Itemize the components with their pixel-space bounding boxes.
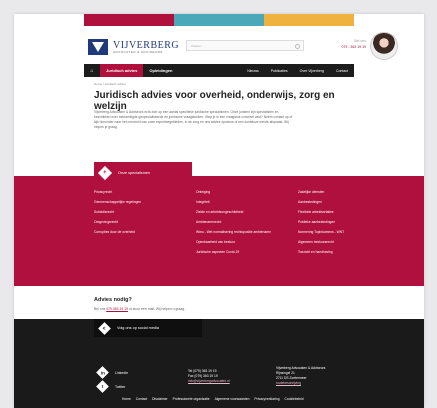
advice-cta: Advies nodig? Bel ons 079 363 19 19 of s…: [94, 297, 185, 311]
advice-title: Advies nodig?: [94, 297, 132, 303]
specialisms-tab-label: Onze specialismen: [118, 171, 151, 175]
logo[interactable]: VIJVERBERG ADVOCATEN & ADVISEURS: [88, 39, 179, 55]
specialism-link[interactable]: Corrupties door de overheid: [94, 230, 196, 234]
footer-email-link[interactable]: info@vijverbergadvocaten.nl: [188, 379, 230, 384]
footer-links: Home Contact Disclaimer Professionele or…: [122, 397, 304, 401]
nav-item-over-vijverberg[interactable]: Over Vijverberg: [294, 69, 330, 73]
specialism-link[interactable]: Publieke aanbestedingen: [298, 220, 394, 224]
specialism-link[interactable]: Normering Topinkomens - WNT: [298, 230, 394, 234]
footer-link-home[interactable]: Home: [122, 397, 131, 401]
nav-item-contact[interactable]: Contact: [330, 69, 354, 73]
share-icon: <: [98, 321, 111, 335]
intro-text: Vijverberg Advocaten & Adviseurs richt z…: [94, 110, 293, 129]
specialism-link[interactable]: Flexibele arbeidsrelaties: [298, 210, 394, 214]
specialisms-tab: + Onze specialismen: [94, 162, 192, 184]
nav-item-opleidingen[interactable]: Opleidingen: [143, 64, 178, 77]
plus-icon: +: [97, 165, 113, 181]
footer-link-cookiebeleid[interactable]: Cookiebeleid: [285, 397, 304, 401]
linkedin-link[interactable]: in LinkedIn: [96, 366, 129, 379]
specialism-link[interactable]: Openbaarheid van bestuur: [196, 240, 298, 244]
specialism-link[interactable]: Subsidierecht: [94, 210, 196, 214]
breadcrumb[interactable]: Home / Juridisch advies: [94, 82, 126, 86]
nav-item-juridisch-advies[interactable]: Juridisch advies: [100, 64, 144, 77]
specialism-link[interactable]: Algemeen bestuursrecht: [298, 240, 394, 244]
nav-item-nieuws[interactable]: Nieuws: [241, 69, 264, 73]
search-placeholder: Zoeken...: [191, 44, 204, 48]
specialism-link[interactable]: Wmo - Wet normalisering rechtspositie am…: [196, 230, 298, 234]
footer-link-professionele-organisatie[interactable]: Professionele organisatie: [173, 397, 210, 401]
search-input[interactable]: Zoeken...: [186, 40, 304, 51]
specialism-link[interactable]: Omgevingsrecht: [94, 220, 196, 224]
footer-link-algemene-voorwaarden[interactable]: Algemene voorwaarden: [215, 397, 250, 401]
footer-contact: Tel (079) 363 19 19 Fax (079) 363 19 19 …: [188, 369, 230, 384]
footer-link-privacyverklaring[interactable]: Privacyverklaring: [254, 397, 279, 401]
avatar: [370, 32, 398, 60]
page-title: Juridisch advies voor overheid, onderwij…: [94, 90, 335, 112]
linkedin-icon: in: [96, 366, 109, 379]
specialism-link[interactable]: Gemeenschappelijke regelingen: [94, 200, 196, 204]
contact-phone[interactable]: 079 - 363 19 19: [341, 44, 366, 50]
header-contact: Bel ons 079 - 363 19 19: [341, 38, 366, 50]
search-icon[interactable]: [295, 44, 300, 49]
footer-link-contact[interactable]: Contact: [136, 397, 147, 401]
brand-color-bar: [84, 14, 354, 26]
specialism-link[interactable]: Onteiging: [196, 190, 298, 194]
linkedin-label: LinkedIn: [115, 370, 129, 375]
footer-address: Vijverberg Advocaten & Adviseurs Rijnsin…: [276, 366, 325, 386]
route-link[interactable]: routebeschrijving: [276, 381, 325, 386]
specialisms-list: Privacyrecht Gemeenschappelijke regeling…: [94, 190, 394, 260]
advice-text: Bel ons 079 363 19 19 of stuur een mail.…: [94, 307, 186, 311]
twitter-link[interactable]: t Twitter: [96, 380, 126, 393]
logo-tagline: ADVOCATEN & ADVISEURS: [113, 49, 163, 54]
home-icon[interactable]: ⌂: [84, 68, 100, 74]
main-nav: ⌂ Juridisch advies Opleidingen Nieuws Pu…: [84, 64, 354, 77]
logo-name: VIJVERBERG: [113, 39, 180, 51]
specialism-link[interactable]: Ziekte en arbeidsongeschiktheid: [196, 210, 298, 214]
specialism-link[interactable]: Integriteit: [196, 200, 298, 204]
specialism-link[interactable]: Toezicht en handhaving: [298, 250, 394, 254]
twitter-icon: t: [96, 380, 109, 393]
logo-mark-icon: [88, 39, 108, 55]
nav-item-publicaties[interactable]: Publicaties: [265, 69, 294, 73]
twitter-label: Twitter: [115, 384, 126, 389]
advice-phone-link[interactable]: 079 363 19 19: [106, 307, 128, 311]
footer: [14, 319, 424, 408]
specialism-link[interactable]: Ambtenarenrecht: [196, 220, 298, 224]
social-tab: < Volg ons op social media: [94, 319, 202, 337]
specialism-link[interactable]: Juridische aspecten Covid-19: [196, 250, 298, 254]
social-tab-label: Volg ons op social media: [117, 326, 160, 330]
page: VIJVERBERG ADVOCATEN & ADVISEURS Zoeken.…: [14, 14, 424, 408]
specialism-link[interactable]: Zakelijke diensten: [298, 190, 394, 194]
footer-link-disclaimer[interactable]: Disclaimer: [152, 397, 167, 401]
specialism-link[interactable]: Privacyrecht: [94, 190, 196, 194]
specialism-link[interactable]: Aanbestedingen: [298, 200, 394, 204]
